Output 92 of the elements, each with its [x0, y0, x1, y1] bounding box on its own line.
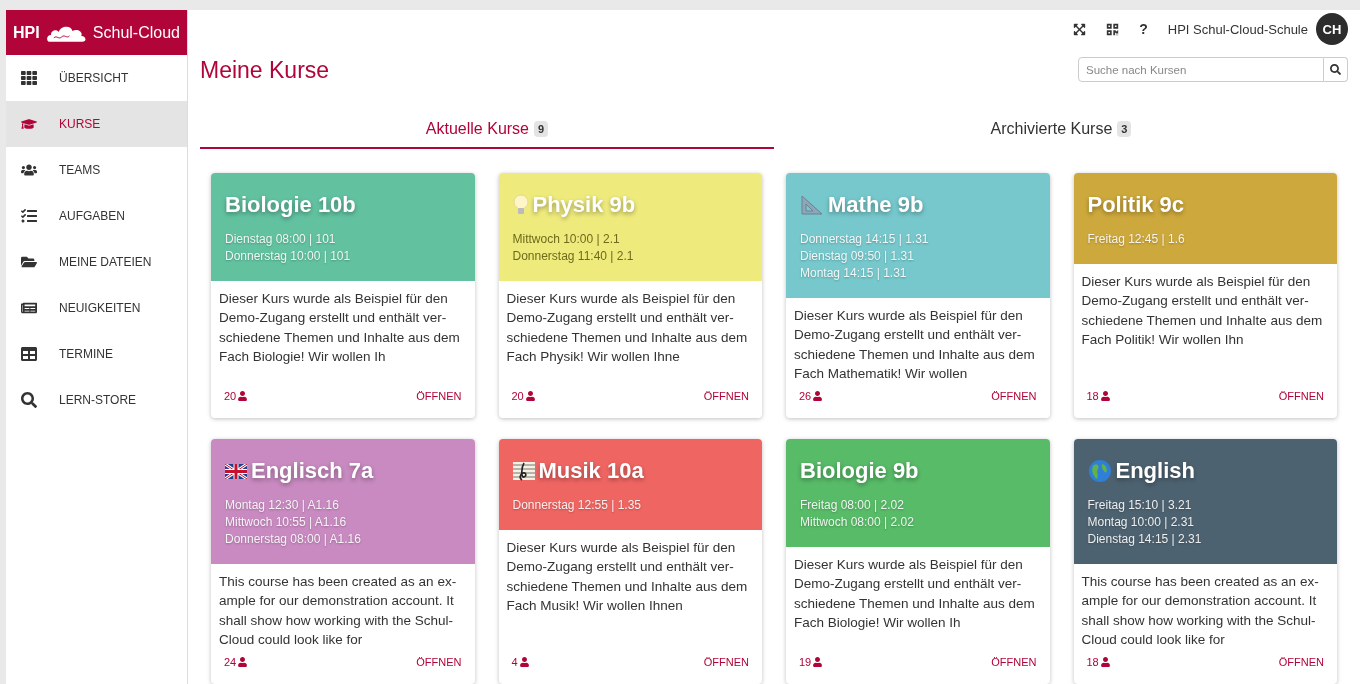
count-badge: 3	[1117, 120, 1132, 138]
course-title: Physik 9b	[532, 191, 636, 219]
course-card[interactable]	[211, 439, 475, 684]
nav-item[interactable]: ÜBERSICHT	[6, 55, 187, 101]
course-schedule: Donnerstag 14:15 | 1.31 Dienstag 09:50 | 1.31 Montag 14:15 | 1.31	[800, 231, 930, 282]
globe-icon	[1087, 459, 1112, 483]
person-icon	[1100, 656, 1110, 667]
course-description: Dieser Kurs wurde als Beispiel für den Demo-Zugang erstellt und enthält ver- schiedene Themen und Inhalte aus dem Fach Biologie! Wir wollen Ih	[218, 290, 461, 366]
course-title: Politik 9c	[1087, 191, 1185, 219]
person-icon	[525, 390, 535, 401]
nav-item[interactable]: NEUIGKEITEN	[6, 285, 187, 331]
course-card[interactable]: Musik 10a Donnerstag 12:55 | 1.35 Dieser Kurs wurde als Beispiel für den Demo-Zugang erstellt und enthält ver- schiedene Themen und Inhalte aus dem Fach Musik! Wir wollen Ihnen 4 ÖFFNEN	[498, 439, 762, 684]
course-schedule: Dienstag 08:00 | 101 Donnerstag 10:00 | 101	[225, 231, 352, 265]
graduation-cap-icon	[21, 116, 37, 132]
light-bulb-icon	[512, 194, 529, 216]
person-icon	[813, 656, 823, 667]
open-link[interactable]: ÖFFNEN	[416, 653, 462, 670]
nav-item[interactable]: AUFGABEN	[6, 193, 187, 239]
logo-bar[interactable]: HPI Schul-Cloud	[6, 10, 187, 55]
open-link[interactable]: ÖFFNEN	[703, 653, 749, 670]
count-badge: 9	[534, 120, 549, 138]
search-field[interactable]: Suche nach Kursen	[1078, 57, 1324, 83]
grid-icon	[21, 70, 37, 86]
course-description: Dieser Kurs wurde als Beispiel für den Demo-Zugang erstellt und enthält ver- schiedene Themen und Inhalte aus dem Fach Politik! Wir wollen Ihn	[1080, 273, 1324, 349]
course-schedule: Montag 12:30 | A1.16 Mittwoch 10:55 | A1.16 Donnerstag 08:00 | A1.16	[225, 497, 362, 548]
tab[interactable]: Aktuelle Kurse 9	[200, 111, 774, 149]
list-icon	[21, 208, 37, 224]
course-description: Dieser Kurs wurde als Beispiel für den Demo-Zugang erstellt und enthält ver- schiedene Themen und Inhalte aus dem Fach Biologie! Wir wollen Ih	[793, 556, 1036, 632]
open-link[interactable]: ÖFFNEN	[991, 653, 1037, 670]
page-title: Meine Kurse	[200, 55, 330, 85]
open-link[interactable]: ÖFFNEN	[1278, 653, 1324, 670]
course-description: Dieser Kurs wurde als Beispiel für den Demo-Zugang erstellt und enthält ver- schiedene Themen und Inhalte aus dem Fach Musik! Wir wollen Ihnen	[505, 539, 749, 615]
course-title: English	[1115, 457, 1195, 485]
nav-item[interactable]: KURSE	[6, 101, 187, 147]
course-schedule: Freitag 15:10 | 3.21 Montag 10:00 | 2.31 Dienstag 14:15 | 2.31	[1087, 497, 1203, 548]
open-link[interactable]: ÖFFNEN	[416, 387, 462, 404]
logo-prefix: HPI	[13, 22, 40, 43]
logo-name: Schul-Cloud	[92, 22, 180, 43]
person-icon	[238, 656, 248, 667]
course-title: Biologie 9b	[800, 457, 919, 485]
people-icon	[21, 162, 37, 178]
fullscreen-icon[interactable]	[1073, 22, 1087, 36]
course-schedule: Freitag 08:00 | 2.02 Mittwoch 08:00 | 2.02	[800, 497, 915, 531]
course-card[interactable]	[786, 173, 1050, 418]
nav-item[interactable]: MEINE DATEIEN	[6, 239, 187, 285]
school-name: HPI Schul-Cloud-Schule	[1167, 20, 1308, 39]
folder-icon	[21, 254, 37, 270]
user-avatar[interactable]: CH	[1316, 13, 1348, 46]
course-description: Dieser Kurs wurde als Beispiel für den Demo-Zugang erstellt und enthält ver- schiedene Themen und Inhalte aus dem Fach Mathematik! Wir wollen	[793, 307, 1036, 383]
open-link[interactable]: ÖFFNEN	[703, 387, 749, 404]
search-icon	[1330, 64, 1341, 76]
course-title: Musik 10a	[538, 457, 644, 485]
course-description: This course has been created as an ex- ample for our demonstration account. It shall show how working with the Schul- Cloud could look like for	[1080, 573, 1320, 649]
course-card[interactable]	[1073, 439, 1337, 684]
course-title: Englisch 7a	[251, 457, 374, 485]
course-card[interactable]	[211, 173, 475, 418]
tab[interactable]: Archivierte Kurse 3	[774, 111, 1348, 149]
open-link[interactable]: ÖFFNEN	[991, 387, 1037, 404]
person-icon	[238, 390, 248, 401]
person-icon	[519, 656, 529, 667]
member-count: 18	[1086, 654, 1099, 670]
open-link[interactable]: ÖFFNEN	[1278, 387, 1324, 404]
course-schedule: Mittwoch 10:00 | 2.1 Donnerstag 11:40 | 2.1	[512, 231, 635, 265]
qr-code-icon[interactable]	[1106, 22, 1120, 36]
course-card[interactable]	[498, 173, 762, 418]
course-description: Dieser Kurs wurde als Beispiel für den Demo-Zugang erstellt und enthält ver- schiedene Themen und Inhalte aus dem Fach Physik! Wir wollen Ihne	[505, 290, 749, 366]
table-icon	[21, 346, 37, 362]
course-schedule: Freitag 12:45 | 1.6	[1087, 231, 1186, 248]
member-count: 24	[224, 654, 237, 670]
search-icon	[21, 392, 37, 408]
person-icon	[813, 390, 823, 401]
member-count: 18	[1086, 388, 1099, 404]
course-schedule: Donnerstag 12:55 | 1.35	[512, 497, 643, 514]
newspaper-icon	[21, 300, 37, 316]
person-icon	[1100, 390, 1110, 401]
member-count: 4	[511, 654, 518, 670]
nav-item[interactable]: TERMINE	[6, 331, 187, 377]
search-button[interactable]	[1324, 57, 1348, 83]
flag-icon	[225, 463, 247, 479]
course-title: Biologie 10b	[225, 191, 356, 219]
music-staff-icon	[512, 460, 535, 482]
member-count: 19	[799, 654, 812, 670]
course-title: Mathe 9b	[828, 191, 924, 219]
nav-item[interactable]: LERN-STORE	[6, 377, 187, 423]
member-count: 26	[799, 388, 812, 404]
help-link[interactable]: ?	[1139, 18, 1148, 40]
course-card[interactable]: Politik 9c Freitag 12:45 | 1.6 Dieser Kurs wurde als Beispiel für den Demo-Zugang erstellt und enthält ver- schiedene Themen und Inhalte aus dem Fach Politik! Wir wollen Ihn 18 ÖFFNEN	[1073, 173, 1337, 418]
nav-item[interactable]: TEAMS	[6, 147, 187, 193]
member-count: 20	[224, 388, 237, 404]
course-description: This course has been created as an ex- ample for our demonstration account. It shall show how working with the Schul- Cloud could look like for	[218, 573, 458, 649]
member-count: 20	[511, 388, 524, 404]
course-card[interactable]	[786, 439, 1050, 684]
